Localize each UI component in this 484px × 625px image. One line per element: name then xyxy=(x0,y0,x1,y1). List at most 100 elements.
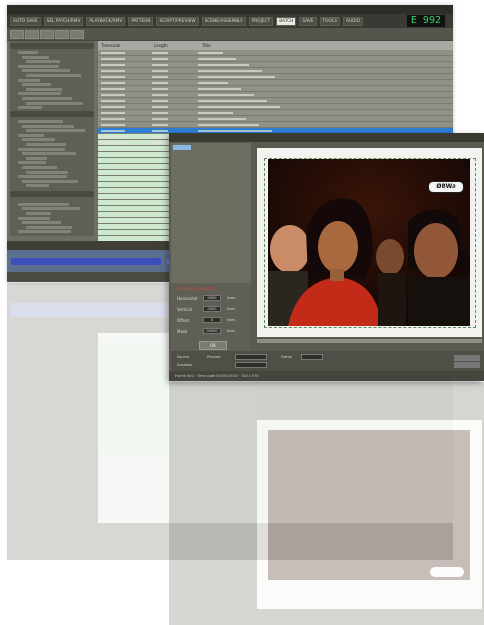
toolbar-button[interactable] xyxy=(40,30,54,39)
tree-item[interactable] xyxy=(22,207,80,211)
prop-value-field[interactable]: 0000 xyxy=(203,306,221,312)
tree-item[interactable] xyxy=(18,216,50,220)
tree-section-header[interactable] xyxy=(10,43,94,49)
tree-item[interactable] xyxy=(22,179,78,183)
apply-button[interactable] xyxy=(454,355,480,361)
properties-title: Letterbox / Aspect xyxy=(177,286,214,291)
prop-label: Offset xyxy=(177,318,190,323)
table-cell xyxy=(101,136,125,138)
toolbar-button[interactable] xyxy=(70,30,84,39)
prop-unit: lines xyxy=(227,307,236,311)
table-cell xyxy=(152,88,168,90)
tree-section-header[interactable] xyxy=(10,191,94,197)
column-header[interactable]: Title xyxy=(199,41,402,50)
tree-item[interactable] xyxy=(26,184,49,188)
toolbar-button[interactable] xyxy=(55,30,69,39)
tree-item[interactable] xyxy=(22,166,57,169)
table-cell xyxy=(198,118,246,120)
frame-field[interactable] xyxy=(301,354,323,360)
tree-item[interactable] xyxy=(18,78,40,82)
tree-item[interactable] xyxy=(22,97,72,100)
ok-button[interactable]: OK xyxy=(199,341,227,350)
tree-item[interactable] xyxy=(26,170,68,174)
table-cell xyxy=(101,64,125,66)
table-cell xyxy=(101,82,125,84)
tree-item[interactable] xyxy=(26,225,72,229)
table-cell xyxy=(101,130,125,132)
menu-item[interactable]: AUTO SAVE xyxy=(10,16,41,26)
table-cell xyxy=(198,76,275,78)
tree-item[interactable] xyxy=(18,202,69,206)
file-tree-panel xyxy=(10,41,94,236)
prop-value-field[interactable]: 0 xyxy=(203,317,221,323)
properties-panel: Letterbox / Aspect Horizontal 0000 lines… xyxy=(171,283,251,351)
prop-value-field[interactable]: 0000 xyxy=(203,295,221,301)
scrub-bar[interactable] xyxy=(257,339,482,343)
tree-item[interactable] xyxy=(26,143,66,146)
toolbar-button[interactable] xyxy=(25,30,39,39)
tree-item[interactable] xyxy=(18,147,65,151)
tree-item[interactable] xyxy=(18,133,44,137)
reflection-green-rows xyxy=(98,343,168,453)
waveform-band xyxy=(11,258,161,265)
tree-item[interactable] xyxy=(22,221,61,225)
tree-item[interactable] xyxy=(18,120,63,123)
tree-item[interactable] xyxy=(22,69,70,73)
tree-item[interactable] xyxy=(18,92,61,96)
tree-item[interactable] xyxy=(26,60,60,64)
table-cell xyxy=(198,112,233,114)
editor-toolbar xyxy=(7,28,453,41)
table-cell xyxy=(198,124,259,126)
toolbar-button[interactable] xyxy=(10,30,24,39)
tree-item[interactable] xyxy=(18,230,71,234)
tree-item[interactable] xyxy=(22,55,49,59)
timecode-field[interactable] xyxy=(235,354,267,360)
menu-item[interactable]: SCENE/ASSEMBLY xyxy=(201,16,246,26)
video-preview[interactable]: Ø8W∂ xyxy=(268,159,470,326)
tree-item[interactable] xyxy=(18,175,67,179)
table-cell xyxy=(101,124,125,126)
tree-item[interactable] xyxy=(22,152,76,156)
menu-item-active[interactable]: BATCH xyxy=(276,16,297,26)
player-title-bar xyxy=(169,133,484,142)
tree-item[interactable] xyxy=(18,106,42,110)
menu-item[interactable]: PLAYBACK/RMV xyxy=(86,16,126,26)
tree-item[interactable] xyxy=(22,83,51,87)
table-cell xyxy=(198,130,272,132)
menu-item[interactable]: AUDIO xyxy=(343,16,364,26)
tree-section-header[interactable] xyxy=(10,111,94,117)
tree-item[interactable] xyxy=(26,212,51,215)
tree-item[interactable] xyxy=(26,74,81,77)
table-cell xyxy=(198,88,241,90)
player-controls: Source Preview Frame Duration xyxy=(171,351,484,371)
player-tab[interactable] xyxy=(173,145,191,150)
tree-item[interactable] xyxy=(18,64,59,68)
tree-item[interactable] xyxy=(26,87,62,91)
reflection-logo xyxy=(430,567,464,577)
prop-unit: lines xyxy=(227,329,236,333)
column-header[interactable]: Timecode xyxy=(98,41,151,50)
menu-item[interactable]: SAVE xyxy=(299,16,317,26)
menu-item[interactable]: SEL PATCH/RMV xyxy=(43,16,84,26)
table-cell xyxy=(101,58,125,60)
control-label: Duration xyxy=(177,363,193,367)
table-cell xyxy=(198,106,280,108)
close-button[interactable] xyxy=(454,362,480,368)
tree-item[interactable] xyxy=(18,161,46,165)
column-header[interactable]: Length xyxy=(151,41,199,50)
table-cell xyxy=(101,94,125,96)
menu-item[interactable]: PATTERN xyxy=(128,16,154,26)
menu-item[interactable]: PROJECT xyxy=(248,16,274,26)
table-cell xyxy=(198,94,254,96)
tree-item[interactable] xyxy=(26,101,83,105)
menu-item[interactable]: TOOLS xyxy=(319,16,341,26)
menu-item[interactable]: SCRIPT/PREVIEW xyxy=(156,16,199,26)
tree-item[interactable] xyxy=(22,124,74,128)
duration-field[interactable] xyxy=(235,362,267,368)
tree-item[interactable] xyxy=(26,156,47,160)
player-window: Letterbox / Aspect Horizontal 0000 lines… xyxy=(169,133,484,381)
tree-item[interactable] xyxy=(22,138,55,142)
tree-item[interactable] xyxy=(26,129,85,133)
tree-item[interactable] xyxy=(18,51,38,54)
prop-value-field[interactable]: 00000 xyxy=(203,328,221,334)
